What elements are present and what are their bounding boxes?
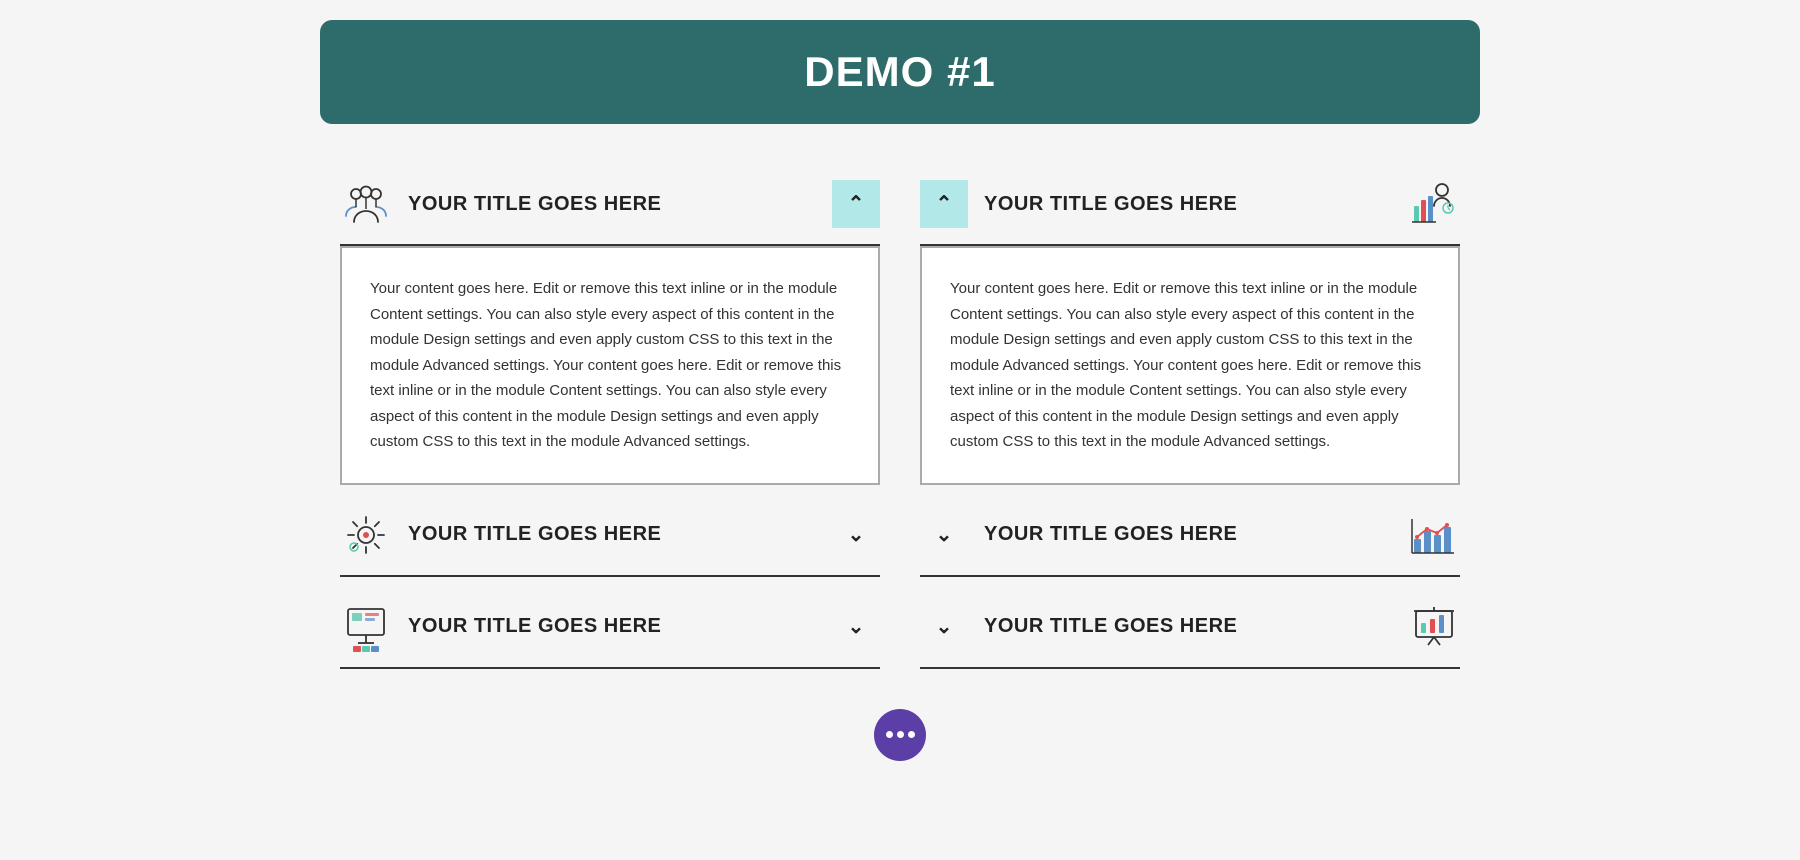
accordion-header-left-1[interactable]: YOUR TITLE GOES HERE ⌃ (340, 164, 880, 246)
accordion-title-left-2: YOUR TITLE GOES HERE (408, 523, 661, 546)
chevron-box-left-2: ⌄ (832, 511, 880, 559)
chevron-down-icon-2: ⌄ (848, 617, 865, 637)
chat-bubble-area (0, 709, 1800, 781)
left-column: YOUR TITLE GOES HERE ⌃ Your content goes… (340, 164, 880, 679)
chevron-box-left-1: ⌃ (832, 180, 880, 228)
accordion-item-left-1: YOUR TITLE GOES HERE ⌃ Your content goes… (340, 164, 880, 485)
accordion-item-right-2: ⌄ YOUR TITLE GOES HERE (920, 495, 1460, 577)
monitor-icon (340, 601, 392, 653)
chevron-box-right-2: ⌄ (920, 511, 968, 559)
chart-bar-icon (1408, 509, 1460, 561)
chevron-down-icon-r2: ⌄ (936, 525, 953, 545)
accordion-item-left-2: YOUR TITLE GOES HERE ⌄ (340, 495, 880, 577)
accordion-header-right-1[interactable]: ⌃ YOUR TITLE GOES HERE (920, 164, 1460, 246)
accordion-body-left-1: Your content goes here. Edit or remove t… (340, 246, 880, 485)
accordion-layout: YOUR TITLE GOES HERE ⌃ Your content goes… (320, 164, 1480, 679)
people-icon (340, 178, 392, 230)
accordion-title-right-1: YOUR TITLE GOES HERE (984, 193, 1237, 216)
accordion-title-right-2: YOUR TITLE GOES HERE (984, 523, 1237, 546)
accordion-title-left-3: YOUR TITLE GOES HERE (408, 615, 661, 638)
accordion-item-right-3: ⌄ YOUR TITLE GOES HERE (920, 587, 1460, 669)
accordion-title-left-1: YOUR TITLE GOES HERE (408, 193, 661, 216)
accordion-content-left-1: Your content goes here. Edit or remove t… (370, 276, 850, 455)
accordion-content-right-1: Your content goes here. Edit or remove t… (950, 276, 1430, 455)
accordion-header-left-3[interactable]: YOUR TITLE GOES HERE ⌄ (340, 587, 880, 669)
right-column: ⌃ YOUR TITLE GOES HERE (920, 164, 1460, 679)
chevron-down-icon: ⌄ (848, 525, 865, 545)
accordion-header-right-2[interactable]: ⌄ YOUR TITLE GOES HERE (920, 495, 1460, 577)
accordion-header-right-3[interactable]: ⌄ YOUR TITLE GOES HERE (920, 587, 1460, 669)
chevron-up-icon: ⌃ (848, 194, 865, 214)
accordion-body-right-1: Your content goes here. Edit or remove t… (920, 246, 1460, 485)
page-title: DEMO #1 (360, 48, 1440, 96)
chat-dots (886, 731, 915, 738)
chat-bubble-button[interactable] (874, 709, 926, 761)
demo-header: DEMO #1 (320, 20, 1480, 124)
chevron-box-left-3: ⌄ (832, 603, 880, 651)
report-icon (1408, 178, 1460, 230)
chevron-up-icon-r1: ⌃ (936, 194, 953, 214)
accordion-item-left-3: YOUR TITLE GOES HERE ⌄ (340, 587, 880, 669)
accordion-title-right-3: YOUR TITLE GOES HERE (984, 615, 1237, 638)
chevron-box-right-1: ⌃ (920, 180, 968, 228)
presentation-icon (1408, 601, 1460, 653)
gear-icon (340, 509, 392, 561)
accordion-item-right-1: ⌃ YOUR TITLE GOES HERE (920, 164, 1460, 485)
accordion-header-left-2[interactable]: YOUR TITLE GOES HERE ⌄ (340, 495, 880, 577)
chevron-down-icon-r3: ⌄ (936, 617, 953, 637)
chevron-box-right-3: ⌄ (920, 603, 968, 651)
